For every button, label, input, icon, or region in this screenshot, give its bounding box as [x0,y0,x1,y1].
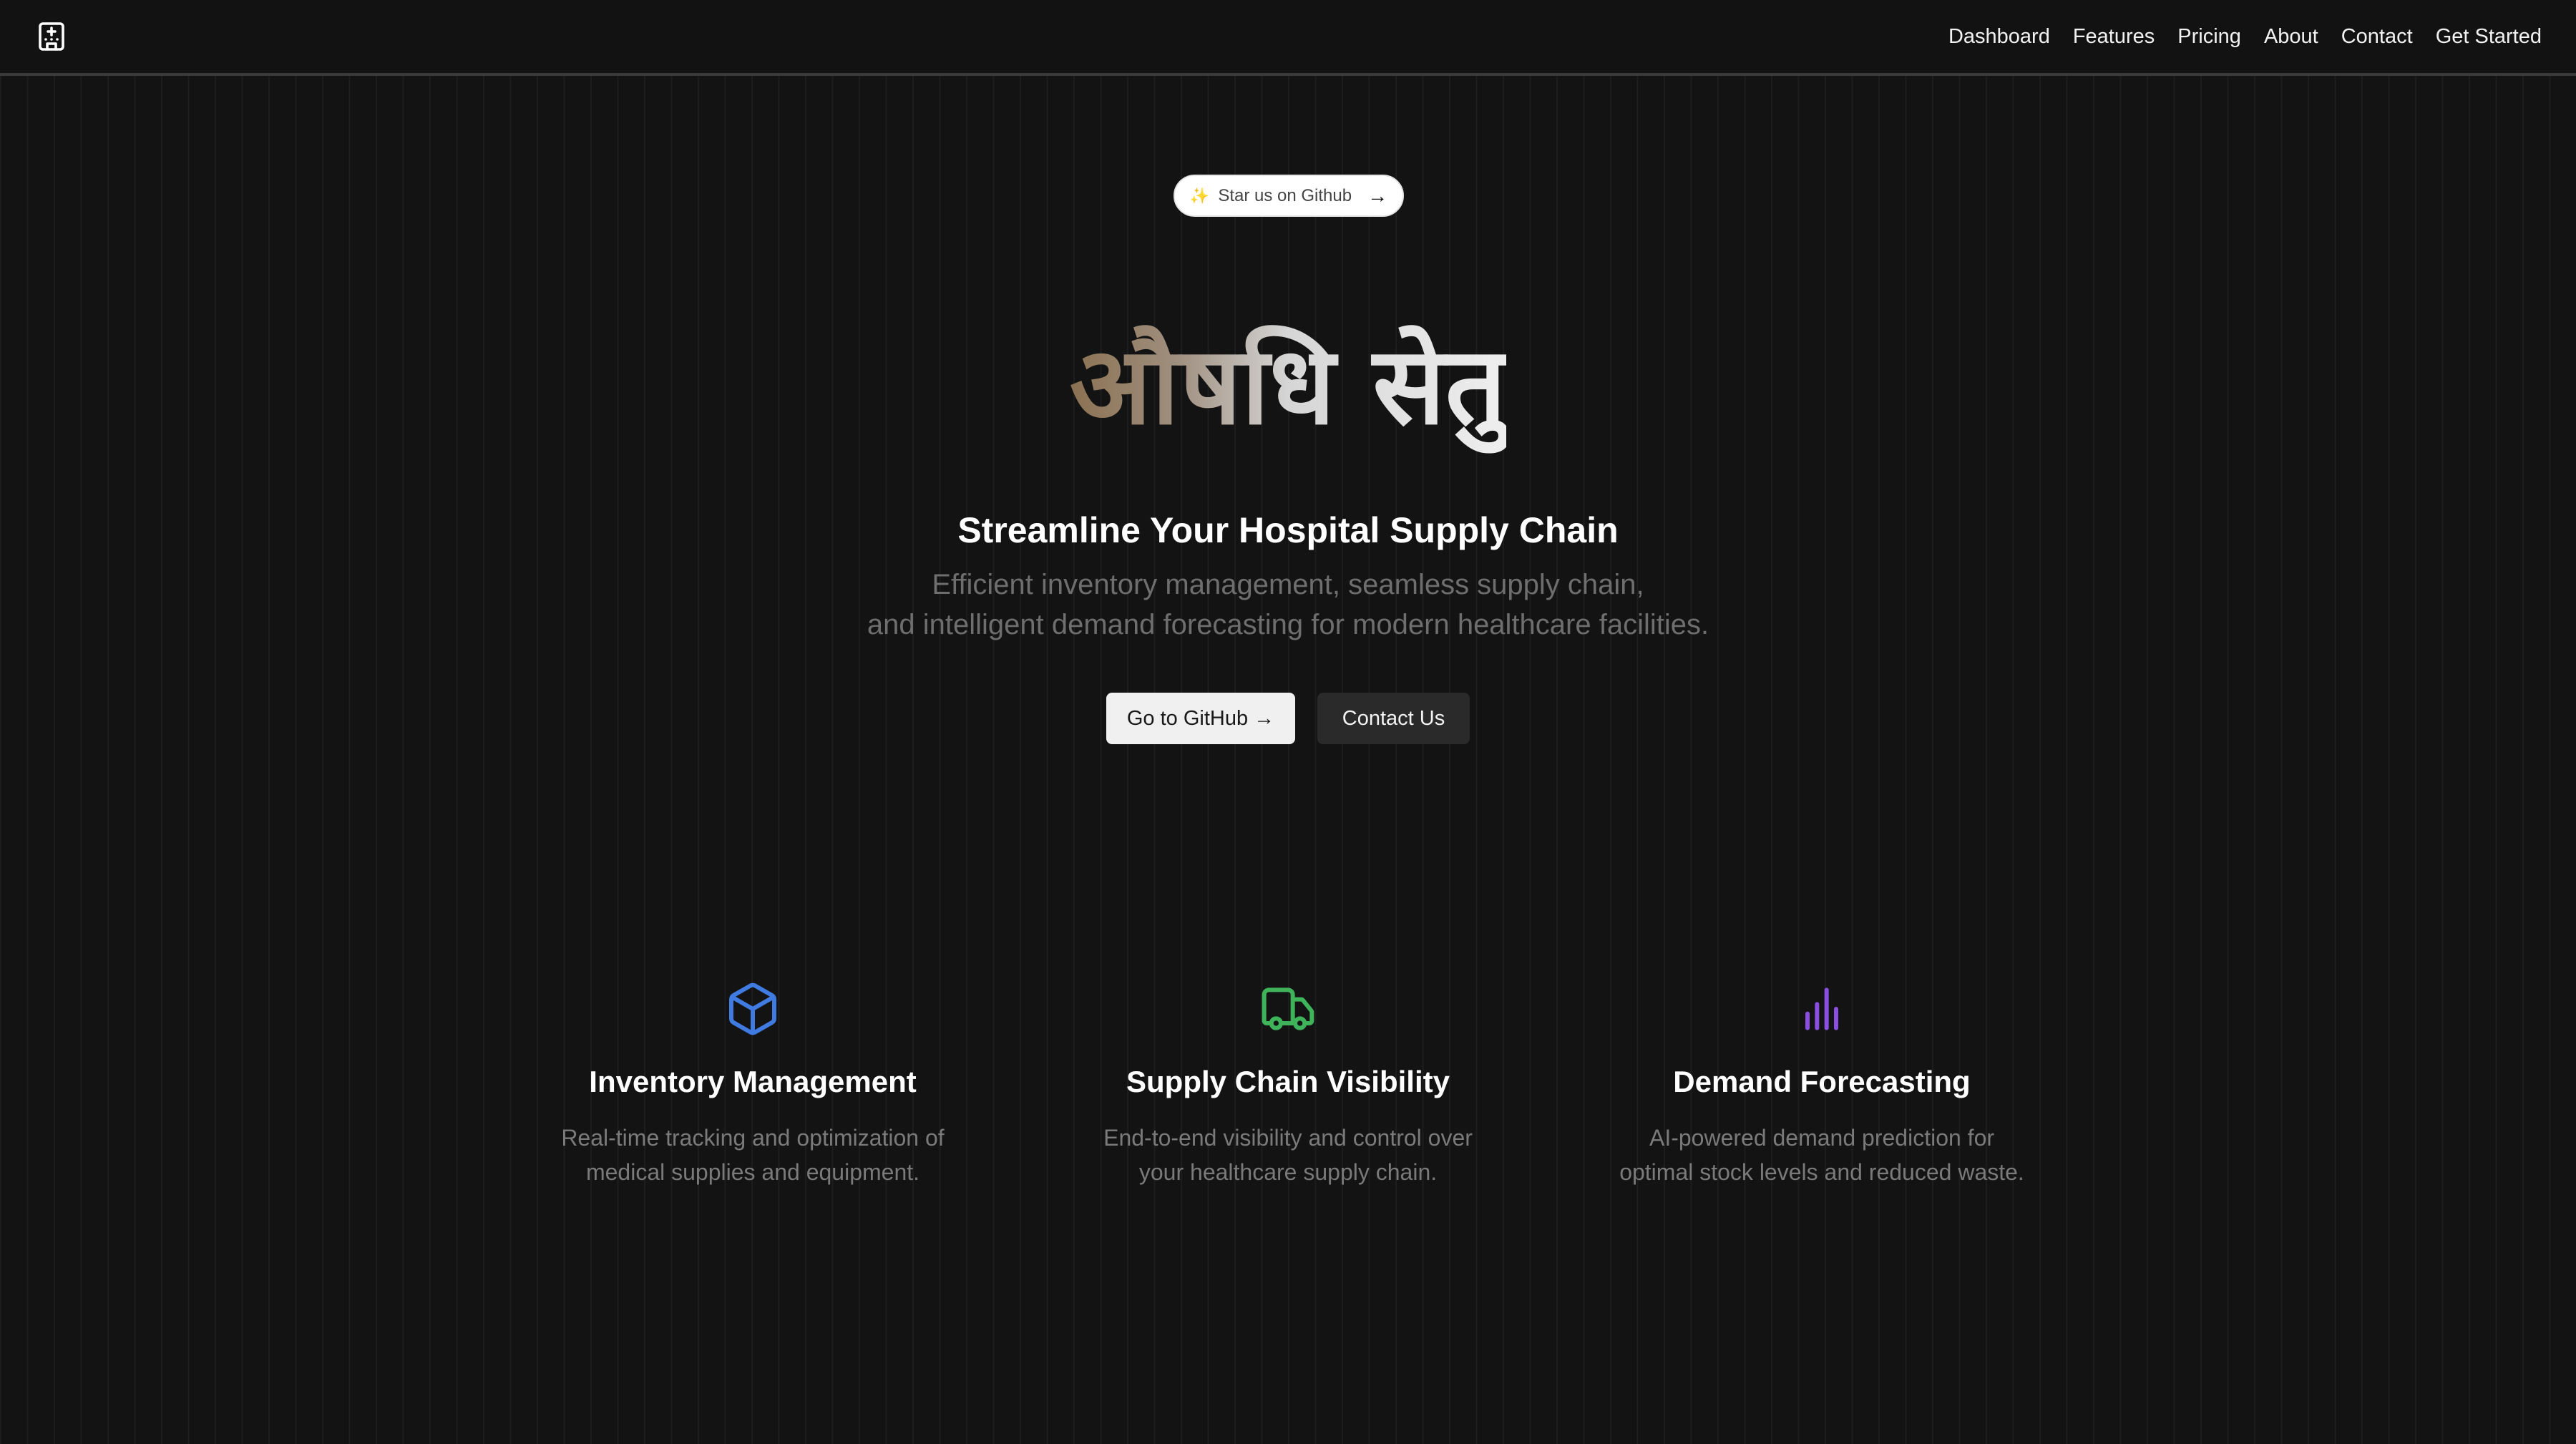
main-nav: Dashboard Features Pricing About Contact… [1948,0,2542,73]
nav-get-started[interactable]: Get Started [2436,25,2542,49]
top-navbar: Dashboard Features Pricing About Contact… [0,0,2576,76]
nav-features[interactable]: Features [2073,25,2155,49]
feature-title: Supply Chain Visibility [1126,1065,1450,1098]
feature-description: End-to-end visibility and control over y… [1059,1121,1517,1189]
feature-description-line-1: End-to-end visibility and control over [1103,1125,1473,1151]
feature-demand-forecasting: Demand Forecasting AI-powered demand pre… [1593,980,2051,1189]
bar-chart-icon [1805,987,1838,1030]
star-on-github-pill[interactable]: ✨ Star us on Github → [1174,175,1404,217]
truck-icon [1262,987,1314,1030]
feature-title: Inventory Management [589,1065,917,1098]
nav-pricing[interactable]: Pricing [2177,25,2241,49]
feature-supply-chain-visibility: Supply Chain Visibility End-to-end visib… [1059,980,1517,1189]
box-icon [729,982,776,1035]
hospital-building-icon[interactable] [34,19,69,54]
feature-title: Demand Forecasting [1673,1065,1971,1098]
feature-description-line-1: AI-powered demand prediction for [1649,1125,1995,1151]
feature-description: Real-time tracking and optimization of m… [524,1121,982,1189]
hero-subtitle-line-1: Efficient inventory management, seamless… [932,569,1644,600]
hero-headline: Streamline Your Hospital Supply Chain [957,510,1619,550]
feature-description: AI-powered demand prediction for optimal… [1593,1121,2051,1189]
feature-description-line-2: your healthcare supply chain. [1138,1159,1438,1185]
star-on-github-label: Star us on Github [1218,185,1352,205]
brand-title: औषधि सेतु [1070,315,1506,458]
nav-dashboard[interactable]: Dashboard [1948,25,2050,49]
sparkle-icon: ✨ [1189,186,1210,205]
nav-contact[interactable]: Contact [2341,25,2413,49]
feature-description-line-1: Real-time tracking and optimization of [561,1125,945,1151]
contact-us-button[interactable]: Contact Us [1317,693,1470,744]
hero-subtitle-line-2: and intelligent demand forecasting for m… [867,609,1709,640]
feature-description-line-2: optimal stock levels and reduced waste. [1619,1159,2024,1185]
nav-about[interactable]: About [2264,25,2318,49]
feature-inventory-management: Inventory Management Real-time tracking … [524,980,982,1189]
brand-title-wrap: औषधि सेतु [1070,315,1506,458]
go-to-github-button[interactable]: Go to GitHub → [1106,693,1295,744]
arrow-right-icon: → [1367,184,1388,207]
feature-description-line-2: medical supplies and equipment. [585,1159,920,1185]
